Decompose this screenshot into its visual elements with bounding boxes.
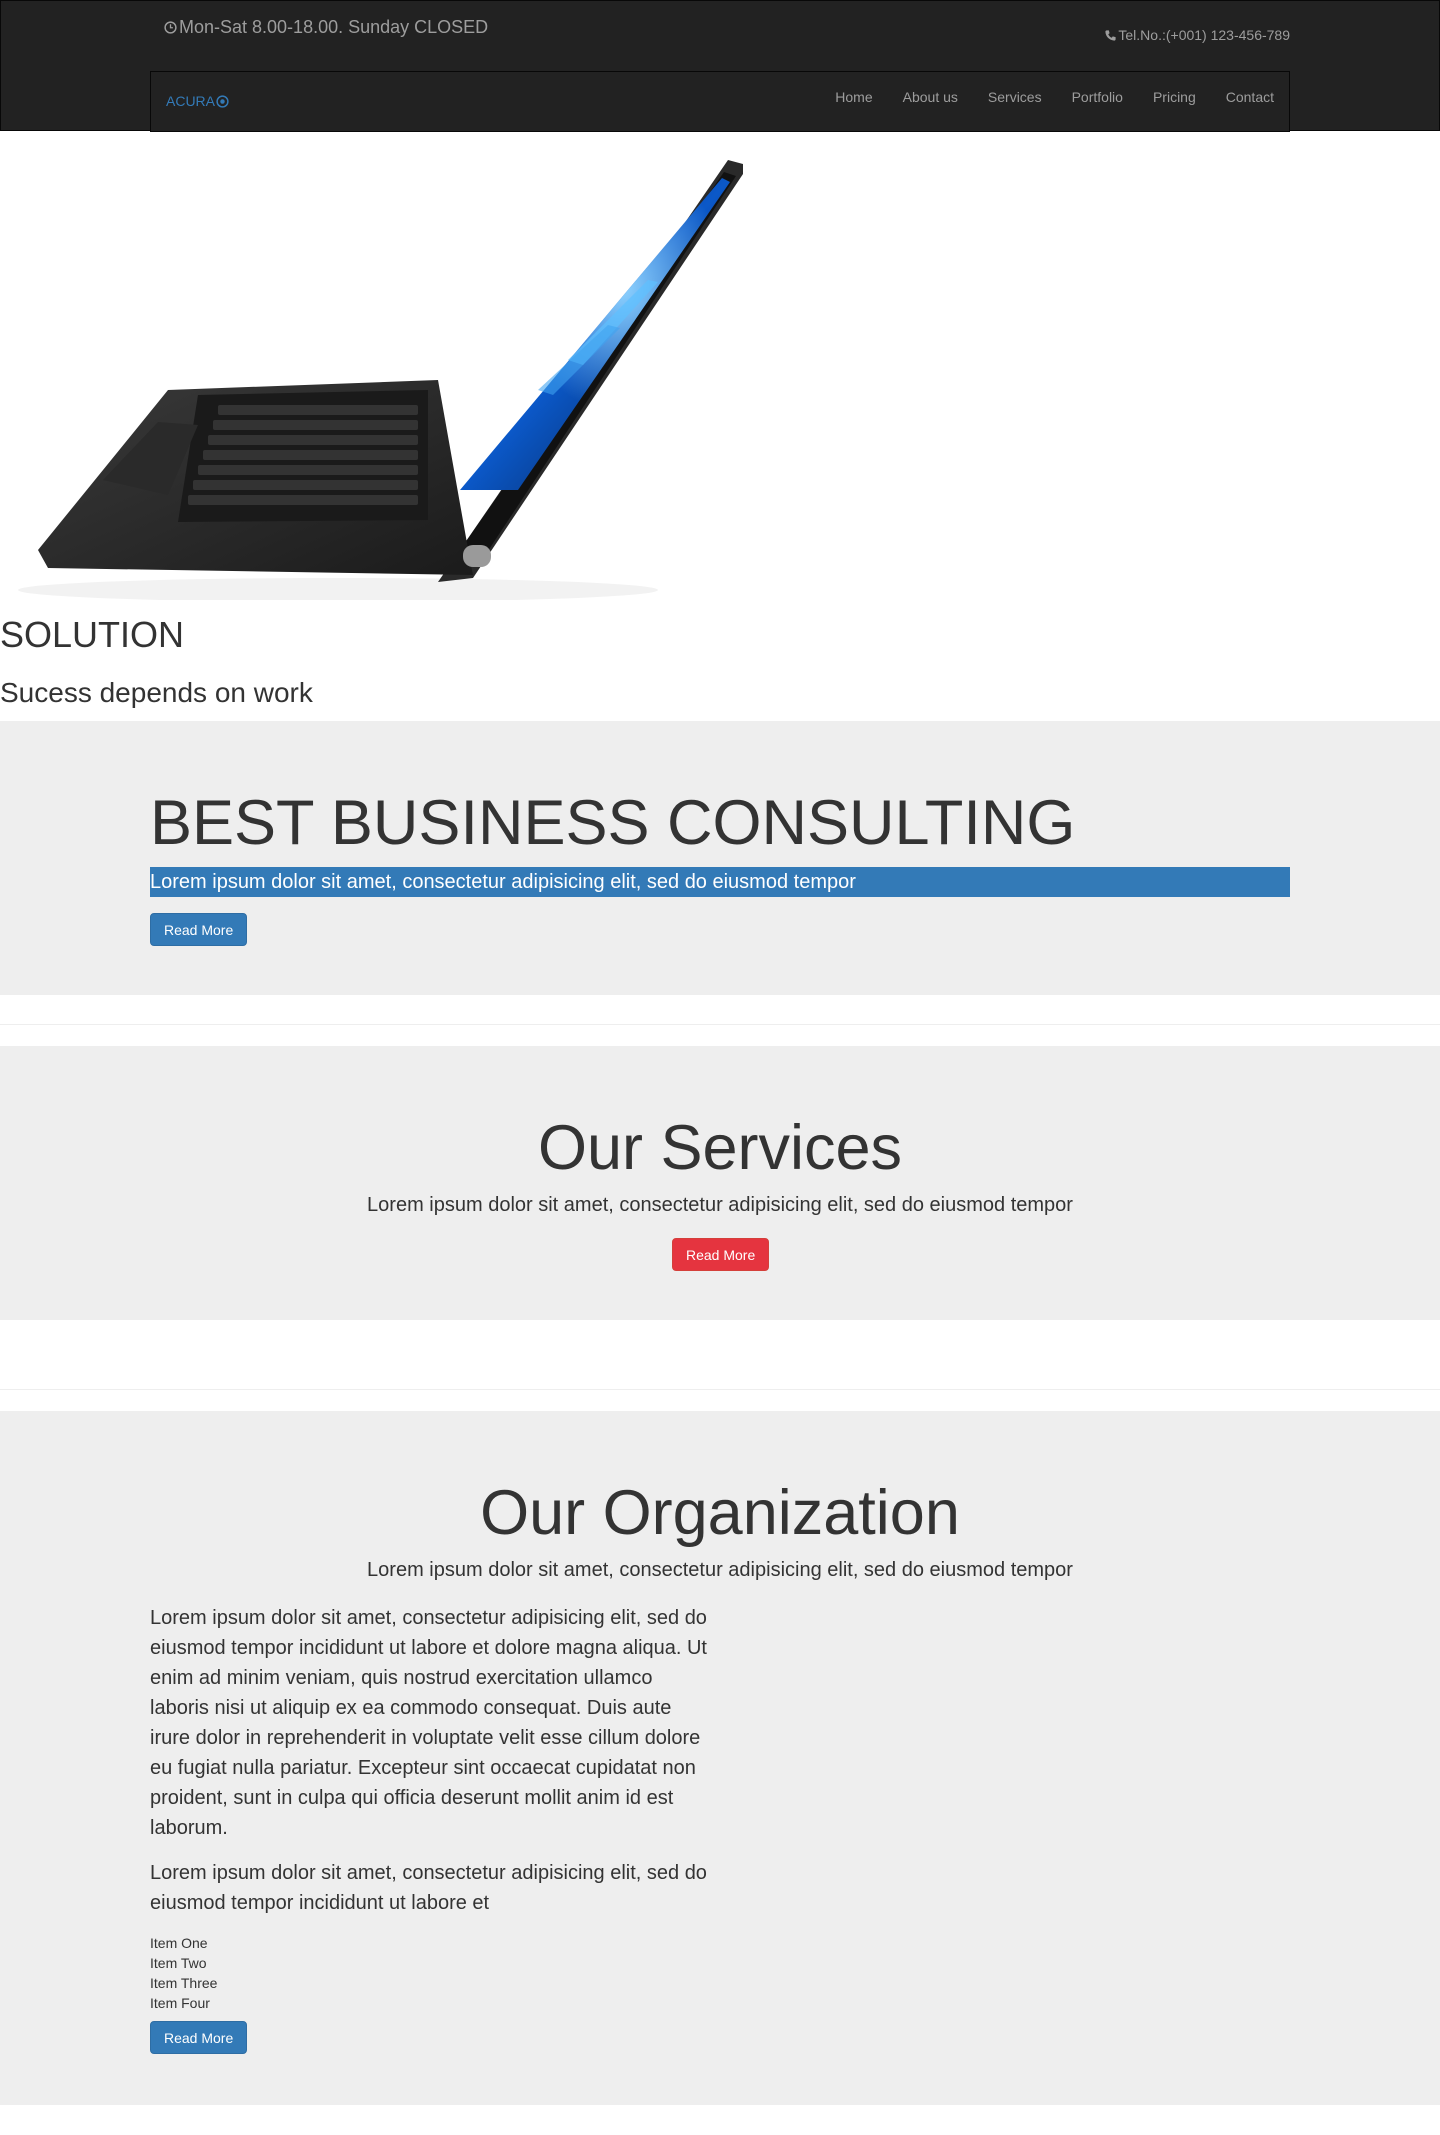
opening-hours: Mon-Sat 8.00-18.00. Sunday CLOSED: [164, 17, 488, 38]
organization-paragraph-2: Lorem ipsum dolor sit amet, consectetur …: [150, 1862, 707, 1914]
brand-logo[interactable]: ACURA: [166, 93, 229, 109]
nav-portfolio[interactable]: Portfolio: [1057, 72, 1138, 131]
list-item: Item One: [150, 1935, 208, 1951]
organization-list: Item One Item Two Item Three Item Four: [150, 1933, 710, 2013]
services-read-more-button[interactable]: Read More: [672, 1238, 770, 1271]
clock-icon: [164, 21, 177, 34]
list-item: Item Three: [150, 1975, 218, 1991]
jumbotron-read-more-button[interactable]: Read More: [150, 913, 248, 946]
jumbotron-text: Lorem ipsum dolor sit amet, consectetur …: [150, 867, 1290, 897]
hero-subtitle: Sucess depends on work: [0, 677, 313, 708]
nav-services[interactable]: Services: [973, 72, 1057, 131]
services-section: Our Services Lorem ipsum dolor sit amet,…: [0, 1046, 1440, 1320]
services-lead: Lorem ipsum dolor sit amet, consectetur …: [367, 1194, 1073, 1216]
top-bar: Mon-Sat 8.00-18.00. Sunday CLOSED Tel.No…: [150, 1, 1290, 71]
site-header: Mon-Sat 8.00-18.00. Sunday CLOSED Tel.No…: [0, 0, 1440, 132]
hero-title: SOLUTION: [0, 614, 185, 655]
main-nav: Home About us Services Portfolio Pricing…: [820, 72, 1289, 131]
hero-laptop-image: [18, 160, 743, 600]
services-title: Our Services: [537, 1113, 903, 1183]
logo-circle-icon: [216, 94, 229, 108]
brand-name: ACURA: [166, 93, 216, 109]
divider: [0, 1024, 1440, 1025]
list-item: Item Two: [150, 1955, 207, 1971]
nav-contact[interactable]: Contact: [1211, 72, 1289, 131]
organization-paragraph-1: Lorem ipsum dolor sit amet, consectetur …: [150, 1607, 707, 1839]
navbar: ACURA Home About us Services Portfolio P…: [150, 71, 1290, 132]
keyboard-keys: [188, 405, 418, 505]
phone-icon: [1105, 29, 1116, 41]
organization-read-more-button[interactable]: Read More: [150, 2021, 248, 2054]
divider: [0, 1389, 1440, 1390]
organization-title: Our Organization: [480, 1478, 960, 1548]
opening-hours-text: Mon-Sat 8.00-18.00. Sunday CLOSED: [179, 17, 489, 37]
organization-section: Our Organization Lorem ipsum dolor sit a…: [0, 1411, 1440, 2105]
organization-body: Lorem ipsum dolor sit amet, consectetur …: [150, 1603, 710, 2013]
list-item: Item Four: [150, 1995, 210, 2011]
jumbotron-title: BEST BUSINESS CONSULTING: [150, 788, 1076, 858]
organization-lead: Lorem ipsum dolor sit amet, consectetur …: [367, 1559, 1073, 1581]
nav-home[interactable]: Home: [820, 72, 887, 131]
telephone: Tel.No.:(+001) 123-456-789: [1104, 27, 1290, 43]
jumbotron: BEST BUSINESS CONSULTING Lorem ipsum dol…: [0, 721, 1440, 995]
nav-about-us[interactable]: About us: [888, 72, 973, 131]
nav-pricing[interactable]: Pricing: [1138, 72, 1211, 131]
telephone-text: Tel.No.:(+001) 123-456-789: [1118, 27, 1290, 43]
